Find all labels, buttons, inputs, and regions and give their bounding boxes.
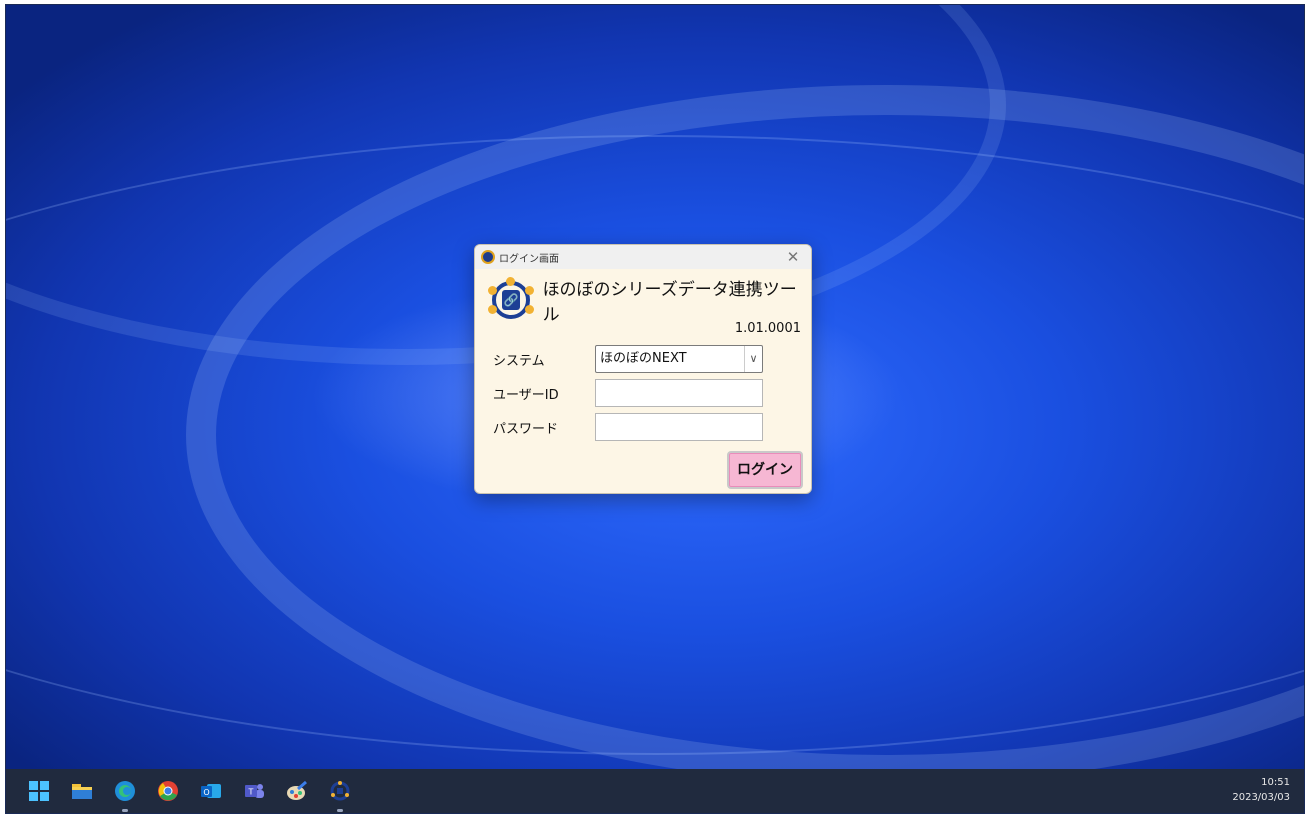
system-clock[interactable]: 10:51 2023/03/03	[1232, 775, 1290, 805]
dialog-titlebar[interactable]: ログイン画面 ✕	[475, 245, 811, 269]
paint-icon[interactable]	[284, 778, 310, 804]
login-dialog: ログイン画面 ✕ 🔗 ほのぼのシリーズデータ連携ツール 1.01.0001 シス…	[474, 244, 812, 494]
system-select-value: ほのぼのNEXT	[600, 351, 687, 366]
svg-text:O: O	[203, 788, 209, 797]
edge-icon[interactable]	[112, 778, 138, 812]
userid-label: ユーザーID	[493, 387, 559, 403]
app-title: ほのぼのシリーズデータ連携ツール	[542, 280, 797, 325]
outlook-icon[interactable]: O	[198, 778, 224, 804]
login-button[interactable]: ログイン	[727, 451, 803, 489]
system-select[interactable]: ほのぼのNEXT ∨	[595, 345, 763, 373]
taskbar: O T 10:51 2023/03/03	[6, 769, 1304, 813]
system-row: システム ほのぼのNEXT ∨	[493, 345, 763, 373]
clock-date: 2023/03/03	[1232, 792, 1290, 803]
clock-time: 10:51	[1261, 777, 1290, 788]
honobono-tool-icon[interactable]	[327, 778, 353, 812]
dialog-header: 🔗 ほのぼのシリーズデータ連携ツール	[488, 275, 811, 325]
teams-icon[interactable]: T	[241, 778, 267, 804]
chevron-down-icon[interactable]: ∨	[744, 346, 762, 372]
userid-row: ユーザーID	[493, 379, 763, 407]
window-title: ログイン画面	[499, 253, 559, 265]
app-small-icon	[481, 250, 495, 264]
app-logo-icon: 🔗	[488, 277, 534, 322]
version-label: 1.01.0001	[734, 321, 801, 336]
system-label: システム	[493, 353, 545, 369]
desktop: ログイン画面 ✕ 🔗 ほのぼのシリーズデータ連携ツール 1.01.0001 シス…	[5, 4, 1305, 814]
svg-text:T: T	[248, 788, 254, 797]
password-label: パスワード	[493, 421, 559, 437]
file-explorer-icon[interactable]	[69, 778, 95, 804]
password-row: パスワード	[493, 413, 763, 441]
close-icon[interactable]: ✕	[781, 248, 805, 266]
start-icon[interactable]	[26, 778, 52, 804]
password-input[interactable]	[595, 413, 763, 441]
chrome-icon[interactable]	[155, 778, 181, 804]
userid-input[interactable]	[595, 379, 763, 407]
